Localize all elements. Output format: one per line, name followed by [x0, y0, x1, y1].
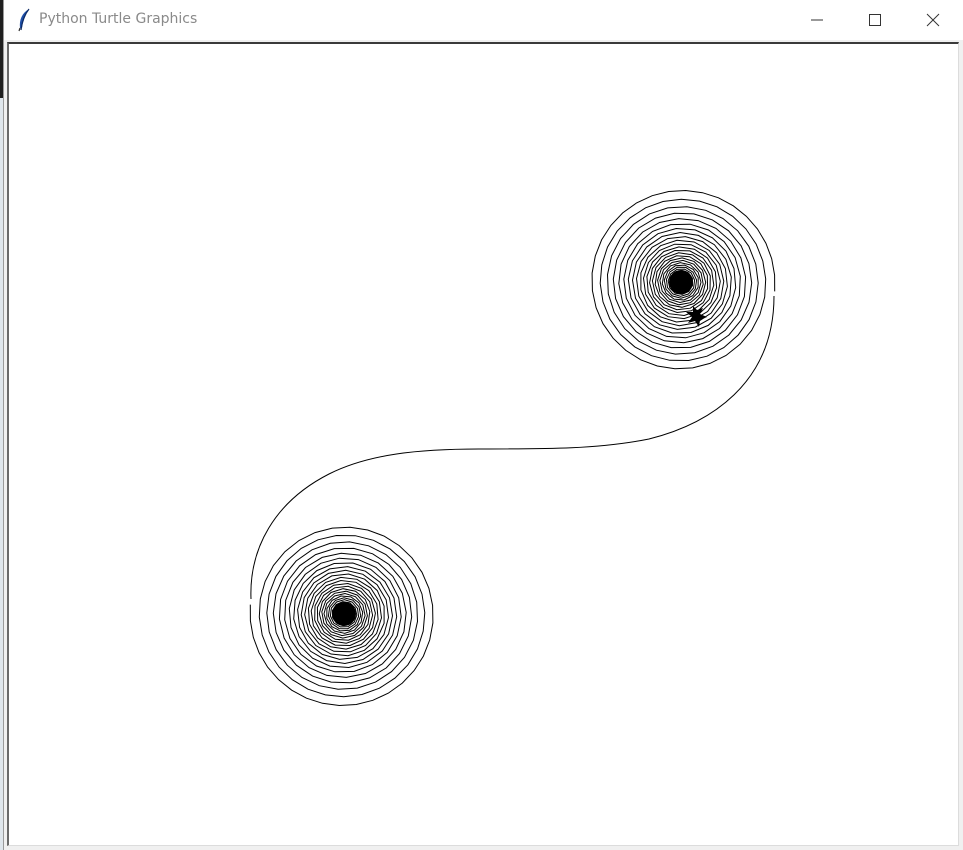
spiral-center — [669, 270, 693, 294]
bottom-left-spiral — [249, 526, 434, 707]
window-title: Python Turtle Graphics — [39, 11, 198, 27]
close-icon — [926, 13, 940, 27]
maximize-icon — [869, 14, 881, 26]
turtle-canvas[interactable] — [7, 42, 959, 846]
maximize-button[interactable] — [846, 0, 904, 40]
minimize-icon — [811, 14, 823, 26]
spiral-connecting-curve — [250, 295, 775, 600]
window-client-area — [4, 40, 963, 850]
feather-icon — [16, 8, 32, 32]
spiral-center — [332, 602, 356, 626]
top-right-spiral — [591, 189, 776, 370]
minimize-button[interactable] — [788, 0, 846, 40]
close-button[interactable] — [904, 0, 962, 40]
turtle-drawing — [249, 189, 776, 707]
title-bar[interactable]: Python Turtle Graphics — [4, 0, 963, 40]
turtle-window: Python Turtle Graphics — [3, 0, 963, 850]
